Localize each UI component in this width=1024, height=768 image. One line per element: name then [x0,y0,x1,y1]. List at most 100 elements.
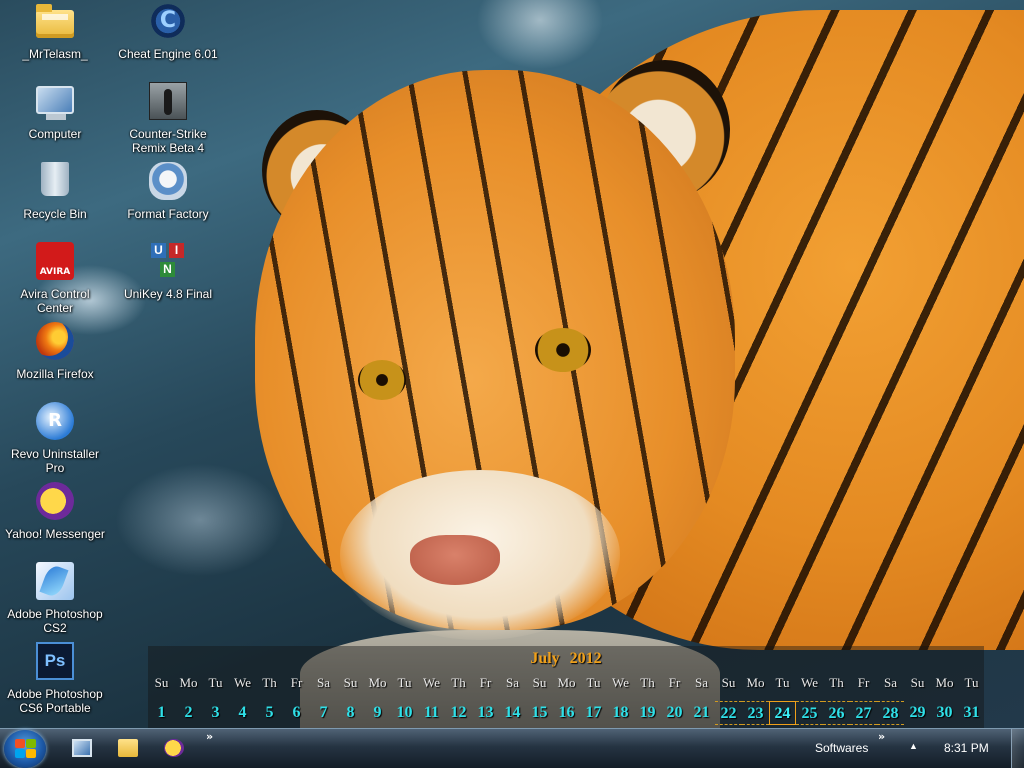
calendar-date[interactable]: 4 [229,701,256,725]
calendar-date-today[interactable]: 24 [769,701,796,725]
calendar-date[interactable]: 28 [877,701,904,725]
desktop-icon-yahoo-messenger[interactable]: Yahoo! Messenger [5,482,105,556]
calendar-date[interactable]: 2 [175,701,202,725]
calendar-weekday: Sa [884,675,897,690]
calendar-weekday: Mo [179,675,198,690]
windows-start-icon[interactable] [4,730,46,768]
desktop-icon-avira[interactable]: AVIRA Avira Control Center [5,242,105,316]
calendar-date[interactable]: 7 [310,701,337,725]
calendar-weekday: Mo [368,675,387,690]
calendar-date[interactable]: 3 [202,701,229,725]
desktop[interactable]: _MrTelasm_ Computer Recycle Bin AVIRA Av… [0,0,1024,728]
tray-expand-arrow-icon[interactable]: ▲ [909,741,918,751]
calendar-date[interactable]: 31 [958,701,985,725]
calendar-weekday: Tu [586,675,601,690]
calendar-weekday: Tu [775,675,790,690]
calendar-date[interactable]: 1 [148,701,175,725]
calendar-date[interactable]: 17 [580,701,607,725]
calendar-month: July [530,650,560,667]
calendar-date[interactable]: 13 [472,701,499,725]
calendar-date[interactable]: 18 [607,701,634,725]
calendar-weekday: Fr [857,675,870,690]
taskbar-pinned-yahoo-messenger[interactable] [154,733,194,765]
calendar-date[interactable]: 5 [256,701,283,725]
desktop-icon-mrtelasm[interactable]: _MrTelasm_ [5,2,105,76]
recycle-bin-icon [41,162,69,196]
computer-icon [36,86,74,120]
calendar-date[interactable]: 10 [391,701,418,725]
calendar-date[interactable]: 21 [688,701,715,725]
desktop-icon-counter-strike[interactable]: Counter-Strike Remix Beta 4 [118,82,218,156]
calendar-weekday: Th [262,675,277,690]
calendar-year: 2012 [569,650,602,667]
calendar-weekday: Su [343,675,358,690]
show-desktop-button[interactable] [1011,729,1024,768]
calendar-weekday: Su [721,675,736,690]
calendar-weekday: Sa [695,675,708,690]
calendar-date[interactable]: 16 [553,701,580,725]
revo-uninstaller-icon: R [36,402,74,440]
calendar-weekday: Mo [935,675,954,690]
desktop-icon-format-factory[interactable]: Format Factory [118,162,218,236]
softwares-toolbar-label[interactable]: Softwares [815,741,868,755]
calendar-weekday: We [612,675,629,690]
calendar-date[interactable]: 26 [823,701,850,725]
calendar-date[interactable]: 20 [661,701,688,725]
calendar-date[interactable]: 14 [499,701,526,725]
cheat-engine-icon: C [149,2,187,40]
calendar-weekday: Tu [208,675,223,690]
taskbar-pinned-monitor[interactable] [62,733,102,765]
calendar-date[interactable]: 29 [904,701,931,725]
yahoo-messenger-icon [36,482,74,520]
taskbar-clock[interactable]: 8:31 PM [944,741,989,755]
calendar-weekday: Th [829,675,844,690]
desktop-icon-unikey[interactable]: U I N UniKey 4.8 Final [118,242,218,316]
calendar-widget: July 2012 Su Mo Tu We Th Fr Sa Su Mo Tu We Th Fr Sa Su… [148,646,984,728]
calendar-date[interactable]: 22 [715,701,742,725]
calendar-weekday: Sa [317,675,330,690]
calendar-date[interactable]: 27 [850,701,877,725]
softwares-toolbar-chevron[interactable]: » [878,730,885,743]
calendar-weekday: Fr [290,675,303,690]
calendar-date[interactable]: 6 [283,701,310,725]
calendar-title: July 2012 [148,650,984,668]
calendar-weekday: Su [154,675,169,690]
desktop-icon-cheat-engine[interactable]: C Cheat Engine 6.01 [118,2,218,76]
calendar-weekday: Tu [964,675,979,690]
desktop-icon-computer[interactable]: Computer [5,82,105,156]
calendar-weekday: Fr [668,675,681,690]
calendar-weekday: We [423,675,440,690]
calendar-date[interactable]: 23 [742,701,769,725]
desktop-icon-revo-uninstaller[interactable]: R Revo Uninstaller Pro [5,402,105,476]
calendar-date[interactable]: 15 [526,701,553,725]
calendar-weekday: Th [640,675,655,690]
calendar-weekday: Mo [746,675,765,690]
desktop-icon-photoshop-cs6[interactable]: Ps Adobe Photoshop CS6 Portable [5,642,105,716]
counter-strike-icon [149,82,187,120]
yahoo-messenger-icon [164,739,184,757]
desktop-icon-firefox[interactable]: Mozilla Firefox [5,322,105,396]
unikey-icon: U I N [149,242,187,280]
calendar-date[interactable]: 11 [418,701,445,725]
calendar-date[interactable]: 12 [445,701,472,725]
monitor-icon [72,739,92,757]
desktop-icon-photoshop-cs2[interactable]: Adobe Photoshop CS2 [5,562,105,636]
calendar-weekday: Su [532,675,547,690]
calendar-date[interactable]: 30 [931,701,958,725]
calendar-weekday: Tu [397,675,412,690]
taskbar-pinned-explorer[interactable] [108,733,148,765]
calendar-date[interactable]: 19 [634,701,661,725]
calendar-weekday: We [801,675,818,690]
calendar-weekday: Th [451,675,466,690]
desktop-icon-recycle-bin[interactable]: Recycle Bin [5,162,105,236]
calendar-date[interactable]: 8 [337,701,364,725]
calendar-date[interactable]: 9 [364,701,391,725]
calendar-date[interactable]: 25 [796,701,823,725]
avira-icon: AVIRA [36,242,74,280]
calendar-weekday: Mo [557,675,576,690]
folder-icon [118,739,138,757]
quicklaunch-overflow-chevron[interactable]: » [206,730,213,743]
calendar-weekday-row: Su Mo Tu We Th Fr Sa Su Mo Tu We Th Fr Sa Su Mo Tu We Th Fr… [148,675,984,691]
firefox-icon [36,322,74,360]
photoshop-cs6-icon: Ps [36,642,74,680]
